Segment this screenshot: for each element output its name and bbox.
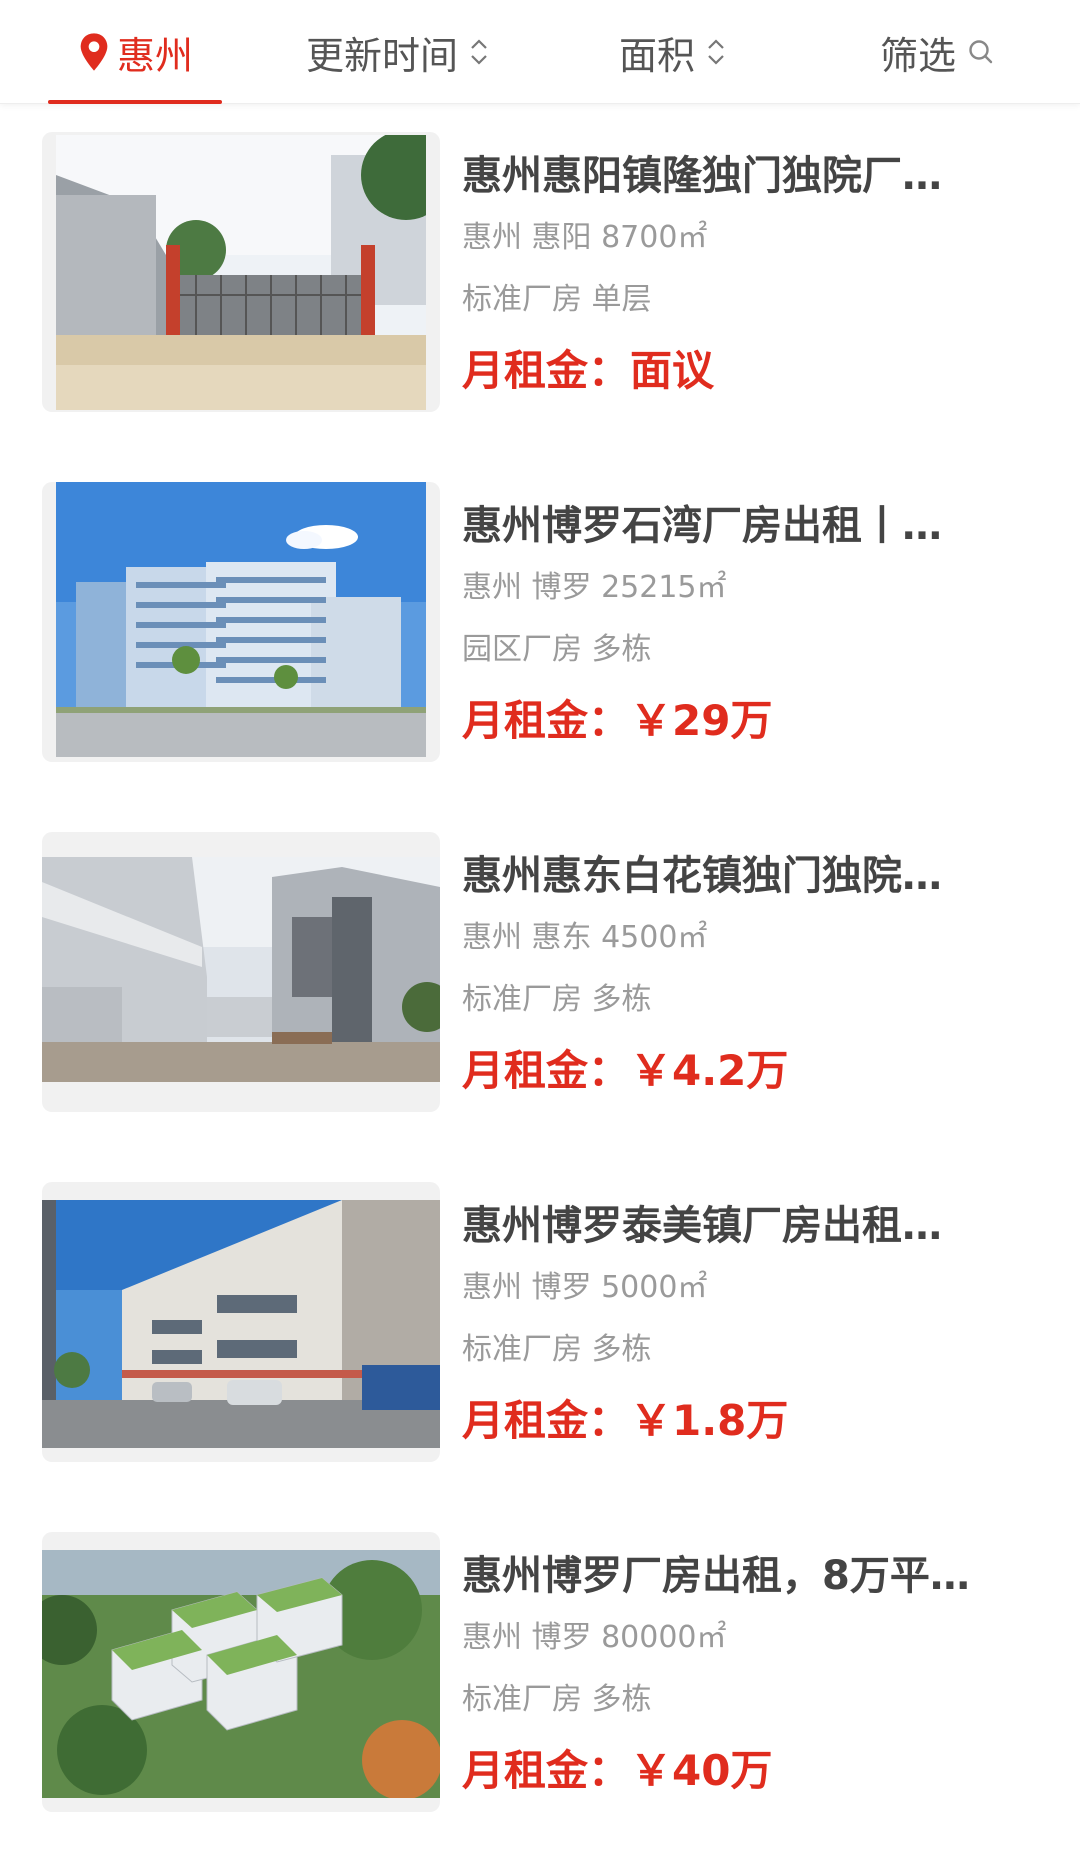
aerial-rendering-photo	[42, 1550, 440, 1798]
listing-price: 月租金：面议	[462, 346, 715, 395]
tab-city-label: 惠州	[116, 33, 193, 78]
listing-type: 标准厂房 单层	[462, 282, 652, 317]
listing-location: 惠州 博罗 5000㎡	[462, 1270, 708, 1305]
listing-card[interactable]: 惠州博罗厂房出租，8万平… 惠州 博罗 80000㎡ 标准厂房 多栋 月租金：￥…	[0, 1504, 1080, 1854]
tab-filter-label: 筛选	[879, 33, 956, 78]
listing-type: 园区厂房 多栋	[462, 632, 652, 667]
sort-icon	[471, 39, 487, 65]
factory-building-photo	[42, 1200, 440, 1448]
listing-location: 惠州 博罗 80000㎡	[462, 1620, 727, 1655]
listing-info: 惠州博罗厂房出租，8万平… 惠州 博罗 80000㎡ 标准厂房 多栋 月租金：￥…	[462, 1548, 1042, 1800]
listing-info: 惠州惠阳镇隆独门独院厂… 惠州 惠阳 8700㎡ 标准厂房 单层 月租金：面议	[462, 148, 1042, 400]
listing-info: 惠州博罗泰美镇厂房出租… 惠州 博罗 5000㎡ 标准厂房 多栋 月租金：￥1.…	[462, 1198, 1042, 1450]
listing-thumbnail[interactable]	[42, 832, 440, 1112]
listing-thumbnail[interactable]	[42, 1532, 440, 1812]
listing-card[interactable]: 惠州惠阳镇隆独门独院厂… 惠州 惠阳 8700㎡ 标准厂房 单层 月租金：面议	[0, 104, 1080, 454]
listing-title: 惠州惠阳镇隆独门独院厂…	[462, 153, 942, 199]
listing-card[interactable]: 惠州博罗石湾厂房出租丨… 惠州 博罗 25215㎡ 园区厂房 多栋 月租金：￥2…	[0, 454, 1080, 804]
listing-location: 惠州 惠东 4500㎡	[462, 920, 708, 955]
listing-title: 惠州博罗石湾厂房出租丨…	[462, 503, 942, 549]
listing-price: 月租金：￥29万	[462, 696, 773, 745]
location-pin-icon	[80, 33, 108, 71]
listing-info: 惠州惠东白花镇独门独院… 惠州 惠东 4500㎡ 标准厂房 多栋 月租金：￥4.…	[462, 848, 1042, 1100]
listing-price: 月租金：￥40万	[462, 1746, 773, 1795]
listing-type: 标准厂房 多栋	[462, 1682, 652, 1717]
tab-area-label: 面积	[618, 33, 695, 78]
industrial-park-photo	[56, 482, 426, 757]
tab-update-time-label: 更新时间	[305, 33, 458, 78]
search-icon	[969, 40, 993, 64]
tab-update-time[interactable]: 更新时间	[282, 0, 514, 104]
listing-title: 惠州惠东白花镇独门独院…	[462, 853, 942, 899]
tab-area[interactable]: 面积	[598, 0, 748, 104]
tab-filter[interactable]: 筛选	[868, 0, 1008, 104]
listing-card[interactable]: 惠州惠东白花镇独门独院… 惠州 惠东 4500㎡ 标准厂房 多栋 月租金：￥4.…	[0, 804, 1080, 1154]
listing-title: 惠州博罗泰美镇厂房出租…	[462, 1203, 942, 1249]
listing-location: 惠州 惠阳 8700㎡	[462, 220, 708, 255]
listing-thumbnail[interactable]	[42, 132, 440, 412]
listing-thumbnail[interactable]	[42, 1182, 440, 1462]
filter-bar: 惠州 更新时间 面积 筛选	[0, 0, 1080, 104]
tab-city[interactable]: 惠州	[48, 0, 222, 104]
listing-card[interactable]: 惠州博罗泰美镇厂房出租… 惠州 博罗 5000㎡ 标准厂房 多栋 月租金：￥1.…	[0, 1154, 1080, 1504]
listing-info: 惠州博罗石湾厂房出租丨… 惠州 博罗 25215㎡ 园区厂房 多栋 月租金：￥2…	[462, 498, 1042, 750]
listing-thumbnail[interactable]	[42, 482, 440, 762]
factory-gate-photo	[56, 135, 426, 410]
listing-type: 标准厂房 多栋	[462, 982, 652, 1017]
factory-courtyard-photo	[42, 857, 440, 1082]
listing-price: 月租金：￥1.8万	[462, 1396, 789, 1445]
listing-type: 标准厂房 多栋	[462, 1332, 652, 1367]
sort-icon	[708, 39, 724, 65]
listing-location: 惠州 博罗 25215㎡	[462, 570, 727, 605]
listing-title: 惠州博罗厂房出租，8万平…	[462, 1553, 970, 1599]
listing-price: 月租金：￥4.2万	[462, 1046, 789, 1095]
